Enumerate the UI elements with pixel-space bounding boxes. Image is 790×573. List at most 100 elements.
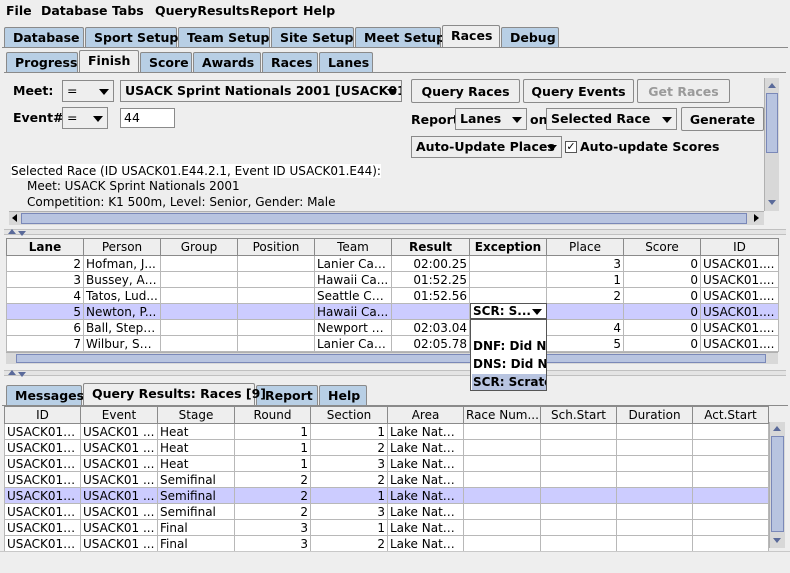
cell-duration[interactable] — [616, 455, 693, 472]
cell-team[interactable]: Lanier Can... — [314, 255, 392, 272]
table-row[interactable]: USACK01.... USACK01 ... Heat 1 1 Lake Na… — [4, 423, 769, 440]
cell-result[interactable]: 01:52.56 — [391, 287, 470, 304]
cell-act-start[interactable] — [692, 455, 769, 472]
collapse-up-icon[interactable] — [8, 370, 16, 375]
cell-act-start[interactable] — [692, 471, 769, 488]
cell-area[interactable]: Lake Nato... — [387, 503, 464, 520]
cell-result[interactable]: 02:00.25 — [391, 255, 470, 272]
cell-id[interactable]: USACK01.... — [4, 423, 81, 440]
cell-place[interactable]: 2 — [546, 287, 624, 304]
cell-exception[interactable] — [469, 271, 547, 288]
cell-lane[interactable]: 3 — [6, 271, 84, 288]
cell-place[interactable] — [546, 303, 624, 320]
col-position[interactable]: Position — [237, 238, 315, 256]
cell-round[interactable]: 2 — [234, 503, 311, 520]
cell-team[interactable]: Newport A... — [314, 319, 392, 336]
finish-table-hscroll-thumb[interactable] — [16, 354, 766, 363]
cell-stage[interactable]: Final — [157, 519, 235, 536]
exception-editor-select[interactable]: SCR: S... — [470, 303, 547, 319]
cell-act-start[interactable] — [692, 487, 769, 504]
cell-sch-start[interactable] — [540, 455, 617, 472]
menu-help[interactable]: Help — [303, 3, 335, 18]
col-sch-start[interactable]: Sch.Start — [540, 406, 617, 424]
cell-act-start[interactable] — [692, 503, 769, 520]
cell-result[interactable] — [391, 303, 470, 320]
cell-event[interactable]: USACK01 ... — [80, 503, 158, 520]
cell-place[interactable]: 1 — [546, 271, 624, 288]
cell-stage[interactable]: Semifinal — [157, 503, 235, 520]
cell-sch-start[interactable] — [540, 519, 617, 536]
cell-position[interactable] — [237, 287, 315, 304]
event-operator-select[interactable]: = — [62, 107, 108, 129]
cell-sch-start[interactable] — [540, 503, 617, 520]
cell-team[interactable]: Lanier Can... — [314, 335, 392, 352]
scroll-up-icon[interactable] — [773, 426, 781, 431]
cell-duration[interactable] — [616, 423, 693, 440]
cell-area[interactable]: Lake Nato... — [387, 439, 464, 456]
split-divider-top[interactable] — [4, 229, 786, 235]
cell-stage[interactable]: Final — [157, 535, 235, 552]
table-row[interactable]: USACK01.... USACK01 ... Final 3 1 Lake N… — [4, 519, 769, 536]
cell-race-num[interactable] — [463, 535, 541, 552]
cell-area[interactable]: Lake Nato... — [387, 487, 464, 504]
cell-stage[interactable]: Semifinal — [157, 471, 235, 488]
cell-place[interactable]: 3 — [546, 255, 624, 272]
cell-race-num[interactable] — [463, 439, 541, 456]
cell-stage[interactable]: Heat — [157, 423, 235, 440]
cell-stage[interactable]: Heat — [157, 439, 235, 456]
cell-group[interactable] — [160, 255, 238, 272]
cell-area[interactable]: Lake Nato... — [387, 471, 464, 488]
top-panel-hscroll-thumb[interactable] — [21, 213, 747, 224]
subtab-finish[interactable]: Finish — [79, 50, 139, 72]
cell-race-num[interactable] — [463, 471, 541, 488]
tab-messages[interactable]: Messages — [6, 385, 84, 405]
col-result[interactable]: Result — [391, 238, 470, 256]
cell-area[interactable]: Lake Nato... — [387, 423, 464, 440]
cell-lane[interactable]: 6 — [6, 319, 84, 336]
cell-duration[interactable] — [616, 471, 693, 488]
cell-id[interactable]: USACK01.... — [700, 319, 779, 336]
col-act-start[interactable]: Act.Start — [692, 406, 769, 424]
cell-lane[interactable]: 5 — [6, 303, 84, 320]
col-group[interactable]: Group — [160, 238, 238, 256]
tab-sport-setup[interactable]: Sport Setup — [85, 27, 178, 47]
query-events-button[interactable]: Query Events — [523, 79, 634, 103]
event-number-input[interactable]: 44 — [120, 108, 175, 128]
menu-database[interactable]: Database — [41, 3, 108, 18]
col-race-num[interactable]: Race Num... — [463, 406, 541, 424]
cell-event[interactable]: USACK01 ... — [80, 471, 158, 488]
cell-sch-start[interactable] — [540, 423, 617, 440]
cell-id[interactable]: USACK01.... — [700, 287, 779, 304]
cell-act-start[interactable] — [692, 535, 769, 552]
cell-exception[interactable] — [469, 255, 547, 272]
cell-team[interactable]: Hawaii Ca... — [314, 303, 392, 320]
cell-section[interactable]: 1 — [310, 423, 388, 440]
cell-event[interactable]: USACK01 ... — [80, 439, 158, 456]
cell-duration[interactable] — [616, 535, 693, 552]
cell-round[interactable]: 1 — [234, 423, 311, 440]
cell-act-start[interactable] — [692, 439, 769, 456]
meet-operator-select[interactable]: = — [62, 80, 114, 102]
cell-sch-start[interactable] — [540, 439, 617, 456]
scroll-down-icon[interactable] — [773, 538, 781, 543]
scroll-left-icon[interactable] — [12, 214, 17, 222]
cell-round[interactable]: 1 — [234, 439, 311, 456]
subtab-races[interactable]: Races — [262, 52, 318, 72]
cell-position[interactable] — [237, 319, 315, 336]
tab-site-setup[interactable]: Site Setup — [271, 27, 354, 47]
subtab-lanes[interactable]: Lanes — [319, 52, 373, 72]
cell-lane[interactable]: 4 — [6, 287, 84, 304]
cell-event[interactable]: USACK01 ... — [80, 535, 158, 552]
cell-race-num[interactable] — [463, 423, 541, 440]
cell-id[interactable]: USACK01.... — [700, 271, 779, 288]
tab-help[interactable]: Help — [319, 385, 367, 405]
auto-update-scores-checkbox[interactable]: ✓ — [565, 141, 577, 153]
collapse-up-icon[interactable] — [8, 229, 16, 234]
exception-option-scr[interactable]: SCR: Scratch — [472, 374, 546, 390]
exception-option-dns[interactable]: DNS: Did No — [472, 356, 546, 373]
cell-duration[interactable] — [616, 439, 693, 456]
table-row[interactable]: 2 Hofman, J... Lanier Can... 02:00.25 3 … — [6, 255, 779, 272]
cell-id[interactable]: USACK01.... — [4, 471, 81, 488]
tab-meet-setup[interactable]: Meet Setup — [355, 27, 445, 47]
table-row[interactable]: USACK01.... USACK01 ... Heat 1 2 Lake Na… — [4, 439, 769, 456]
